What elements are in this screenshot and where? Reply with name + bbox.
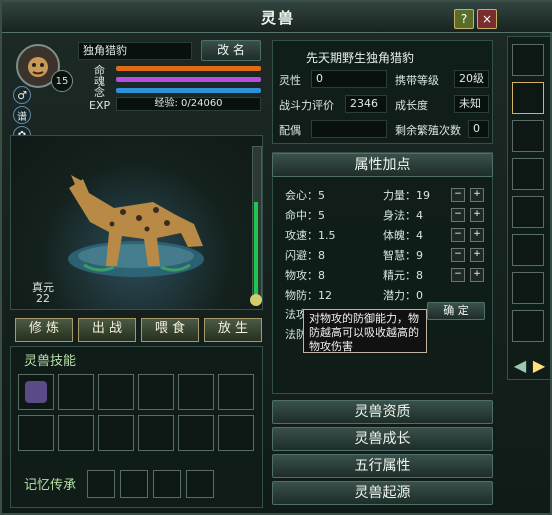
memory-slot-2[interactable] bbox=[120, 470, 148, 498]
five-elements-section[interactable]: 五行属性 bbox=[272, 454, 493, 478]
increase-agility-button[interactable]: + bbox=[470, 208, 484, 222]
decrease-agility-button[interactable]: − bbox=[451, 208, 465, 222]
gauge-icon bbox=[250, 294, 262, 306]
pet-window: 灵兽 ? × 15 独角猎豹 改 名 命 魂 念 EXP 经验: 0/24060… bbox=[0, 0, 552, 515]
memory-slot-3[interactable] bbox=[153, 470, 181, 498]
pet-growth-section[interactable]: 灵兽成长 bbox=[272, 427, 493, 451]
memory-inherit-label: 记忆传承 bbox=[24, 478, 77, 493]
pedigree-icon[interactable]: 谱 bbox=[13, 106, 31, 124]
close-button[interactable]: × bbox=[477, 9, 497, 29]
exp-progress: 经验: 0/24060 bbox=[116, 97, 261, 111]
gender-icon: ♂ bbox=[13, 86, 31, 104]
exp-label: EXP bbox=[89, 99, 111, 112]
skill-slot-11[interactable] bbox=[178, 415, 214, 451]
previous-icon[interactable]: ◀ bbox=[514, 356, 526, 375]
skill-slot-2[interactable] bbox=[58, 374, 94, 410]
battle-button[interactable]: 出 战 bbox=[78, 318, 136, 342]
pet-origin-section[interactable]: 灵兽起源 bbox=[272, 481, 493, 505]
pet-slot-5[interactable] bbox=[512, 196, 544, 228]
stat-label-breed-count: 剩余繁殖次数 bbox=[395, 124, 461, 137]
rename-button[interactable]: 改 名 bbox=[201, 40, 261, 61]
stat-value-spirit: 0 bbox=[311, 70, 387, 88]
wolf-skill-icon bbox=[25, 381, 47, 403]
increase-essence-button[interactable]: + bbox=[470, 268, 484, 282]
title-bar: 灵兽 ? × bbox=[2, 2, 552, 33]
defense-tooltip: 对物攻的防御能力，物防越高可以吸收越高的物攻伤害 bbox=[303, 309, 427, 353]
release-button[interactable]: 放 生 bbox=[204, 318, 262, 342]
stat-value-combat-rating: 2346 bbox=[345, 95, 387, 113]
skill-slot-1[interactable] bbox=[18, 374, 54, 410]
soul-bar bbox=[116, 77, 261, 82]
attr-physical-defense: 物防：12 bbox=[285, 289, 332, 302]
pet-aptitude-section[interactable]: 灵兽资质 bbox=[272, 400, 493, 424]
attributes-header: 属性加点 bbox=[272, 153, 493, 177]
increase-physique-button[interactable]: + bbox=[470, 228, 484, 242]
skill-slot-6[interactable] bbox=[218, 374, 254, 410]
stat-value-breed-count: 0 bbox=[468, 120, 489, 138]
skill-slot-5[interactable] bbox=[178, 374, 214, 410]
mind-bar bbox=[116, 88, 261, 93]
stat-label-combat-rating: 战斗力评价 bbox=[279, 99, 334, 112]
attr-physical-attack: 物攻：8 bbox=[285, 269, 325, 282]
stat-label-spirit: 灵性 bbox=[279, 74, 301, 87]
pet-slot-2[interactable] bbox=[512, 82, 544, 114]
attr-essence: 精元：8 bbox=[383, 269, 423, 282]
pet-slot-3[interactable] bbox=[512, 120, 544, 152]
decrease-essence-button[interactable]: − bbox=[451, 268, 465, 282]
confirm-button[interactable]: 确 定 bbox=[427, 302, 485, 320]
life-bar bbox=[116, 66, 261, 71]
decrease-physique-button[interactable]: − bbox=[451, 228, 465, 242]
train-button[interactable]: 修 炼 bbox=[15, 318, 73, 342]
pet-slot-4[interactable] bbox=[512, 158, 544, 190]
attr-potential: 潜力：0 bbox=[383, 289, 423, 302]
attr-wisdom: 智慧：9 bbox=[383, 249, 423, 262]
memory-slot-4[interactable] bbox=[186, 470, 214, 498]
feed-button[interactable]: 喂 食 bbox=[141, 318, 199, 342]
attr-hit: 命中：5 bbox=[285, 209, 325, 222]
summary-title: 先天期野生独角猎豹 bbox=[306, 51, 415, 65]
decrease-wisdom-button[interactable]: − bbox=[451, 248, 465, 262]
skill-slot-7[interactable] bbox=[18, 415, 54, 451]
pet-slot-7[interactable] bbox=[512, 272, 544, 304]
stat-label-carry-level: 携带等级 bbox=[395, 74, 439, 87]
pet-name-field[interactable]: 独角猎豹 bbox=[78, 42, 192, 60]
help-button[interactable]: ? bbox=[454, 9, 474, 29]
stat-value-growth: 未知 bbox=[454, 95, 489, 113]
stat-label-growth: 成长度 bbox=[395, 99, 428, 112]
skill-slot-12[interactable] bbox=[218, 415, 254, 451]
stat-label-mind: 念 bbox=[94, 86, 105, 99]
attr-crit: 会心：5 bbox=[285, 189, 325, 202]
skill-slot-10[interactable] bbox=[138, 415, 174, 451]
stat-value-spouse bbox=[311, 120, 387, 138]
attr-attack-speed: 攻速：1.5 bbox=[285, 229, 336, 242]
attr-strength: 力量：19 bbox=[383, 189, 430, 202]
pet-slot-8[interactable] bbox=[512, 310, 544, 342]
attr-physique: 体魄：4 bbox=[383, 229, 423, 242]
attr-dodge: 闪避：8 bbox=[285, 249, 325, 262]
decrease-strength-button[interactable]: − bbox=[451, 188, 465, 202]
skill-slot-4[interactable] bbox=[138, 374, 174, 410]
increase-strength-button[interactable]: + bbox=[470, 188, 484, 202]
memory-slot-1[interactable] bbox=[87, 470, 115, 498]
level-badge: 15 bbox=[51, 70, 73, 92]
loyalty-fill bbox=[254, 202, 258, 296]
stat-value-carry-level: 20级 bbox=[454, 70, 489, 88]
attr-agility: 身法：4 bbox=[383, 209, 423, 222]
pet-slot-6[interactable] bbox=[512, 234, 544, 266]
next-icon[interactable]: ▶ bbox=[533, 356, 545, 375]
skill-slot-3[interactable] bbox=[98, 374, 134, 410]
increase-wisdom-button[interactable]: + bbox=[470, 248, 484, 262]
skill-slot-8[interactable] bbox=[58, 415, 94, 451]
skills-title: 灵兽技能 bbox=[24, 354, 77, 369]
stat-label-spouse: 配偶 bbox=[279, 124, 301, 137]
true-yuan-value: 22 bbox=[36, 292, 50, 305]
skill-slot-9[interactable] bbox=[98, 415, 134, 451]
pet-slot-1[interactable] bbox=[512, 44, 544, 76]
